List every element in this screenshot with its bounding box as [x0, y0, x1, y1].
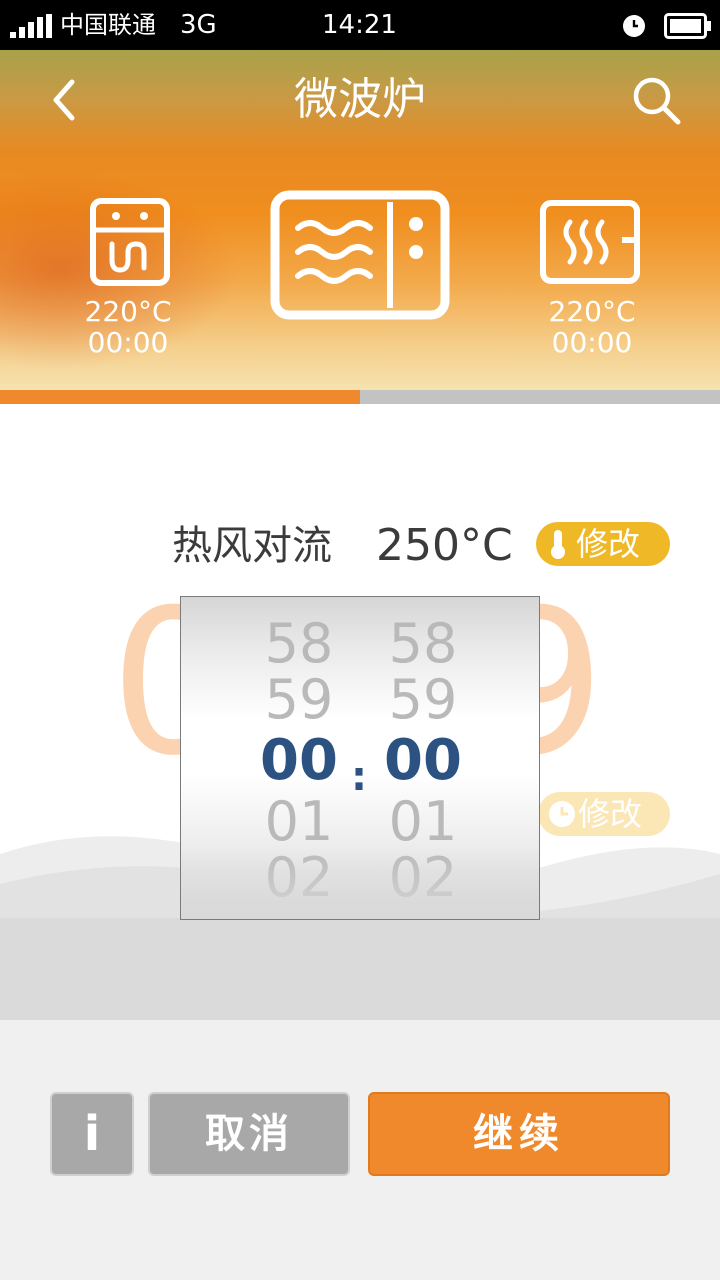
- alarm-clock-icon: [623, 15, 645, 37]
- picker-hour-item[interactable]: 58: [239, 615, 359, 673]
- edit-temperature-label: 修改: [576, 525, 641, 563]
- network-type: 3G: [180, 10, 217, 40]
- info-button[interactable]: i: [50, 1092, 134, 1176]
- edit-time-label: 修改: [578, 795, 643, 833]
- status-time: 14:21: [322, 10, 397, 40]
- search-icon[interactable]: [626, 70, 686, 130]
- edit-temperature-button[interactable]: 修改: [536, 522, 670, 566]
- mode-temperature: 250°C: [376, 520, 513, 571]
- mode-right-time: 00:00: [551, 326, 633, 359]
- steam-heat-icon[interactable]: [540, 200, 644, 284]
- microwave-icon[interactable]: [270, 190, 450, 320]
- mode-left-temp: 220°C: [84, 295, 172, 328]
- cancel-button[interactable]: 取消: [148, 1092, 350, 1176]
- picker-minute-item[interactable]: 58: [363, 615, 483, 673]
- picker-fade: [181, 847, 539, 919]
- progress-fill: [0, 390, 360, 404]
- bottom-bar: i 取消 继续: [0, 1020, 720, 1280]
- picker-minute-item[interactable]: 01: [363, 793, 483, 851]
- clock-icon: [549, 801, 575, 827]
- picker-hour-item[interactable]: 01: [239, 793, 359, 851]
- picker-hour-item[interactable]: 59: [239, 671, 359, 729]
- status-bar: 中国联通 3G 14:21: [0, 0, 720, 50]
- picker-hour-selected[interactable]: 00: [239, 732, 359, 790]
- picker-minute-selected[interactable]: 00: [363, 732, 483, 790]
- edit-time-button[interactable]: 修改: [538, 792, 670, 836]
- time-picker[interactable]: 58 59 00 01 02 : 58 59 00 01 02: [180, 596, 540, 920]
- bottom-heat-icon[interactable]: [90, 198, 170, 286]
- battery-icon: [664, 13, 711, 39]
- mode-left-time: 00:00: [87, 326, 169, 359]
- picker-minute-item[interactable]: 59: [363, 671, 483, 729]
- thermometer-icon: [551, 530, 565, 559]
- carrier-name: 中国联通: [60, 11, 156, 39]
- signal-icon: [10, 14, 52, 38]
- mode-right-temp: 220°C: [548, 295, 636, 328]
- page-title: 微波炉: [294, 74, 426, 125]
- mode-name: 热风对流: [172, 523, 332, 569]
- header: 微波炉 220°C 00:00 220°C 00:00: [0, 50, 720, 390]
- continue-button[interactable]: 继续: [368, 1092, 670, 1176]
- progress-bar: [0, 390, 720, 404]
